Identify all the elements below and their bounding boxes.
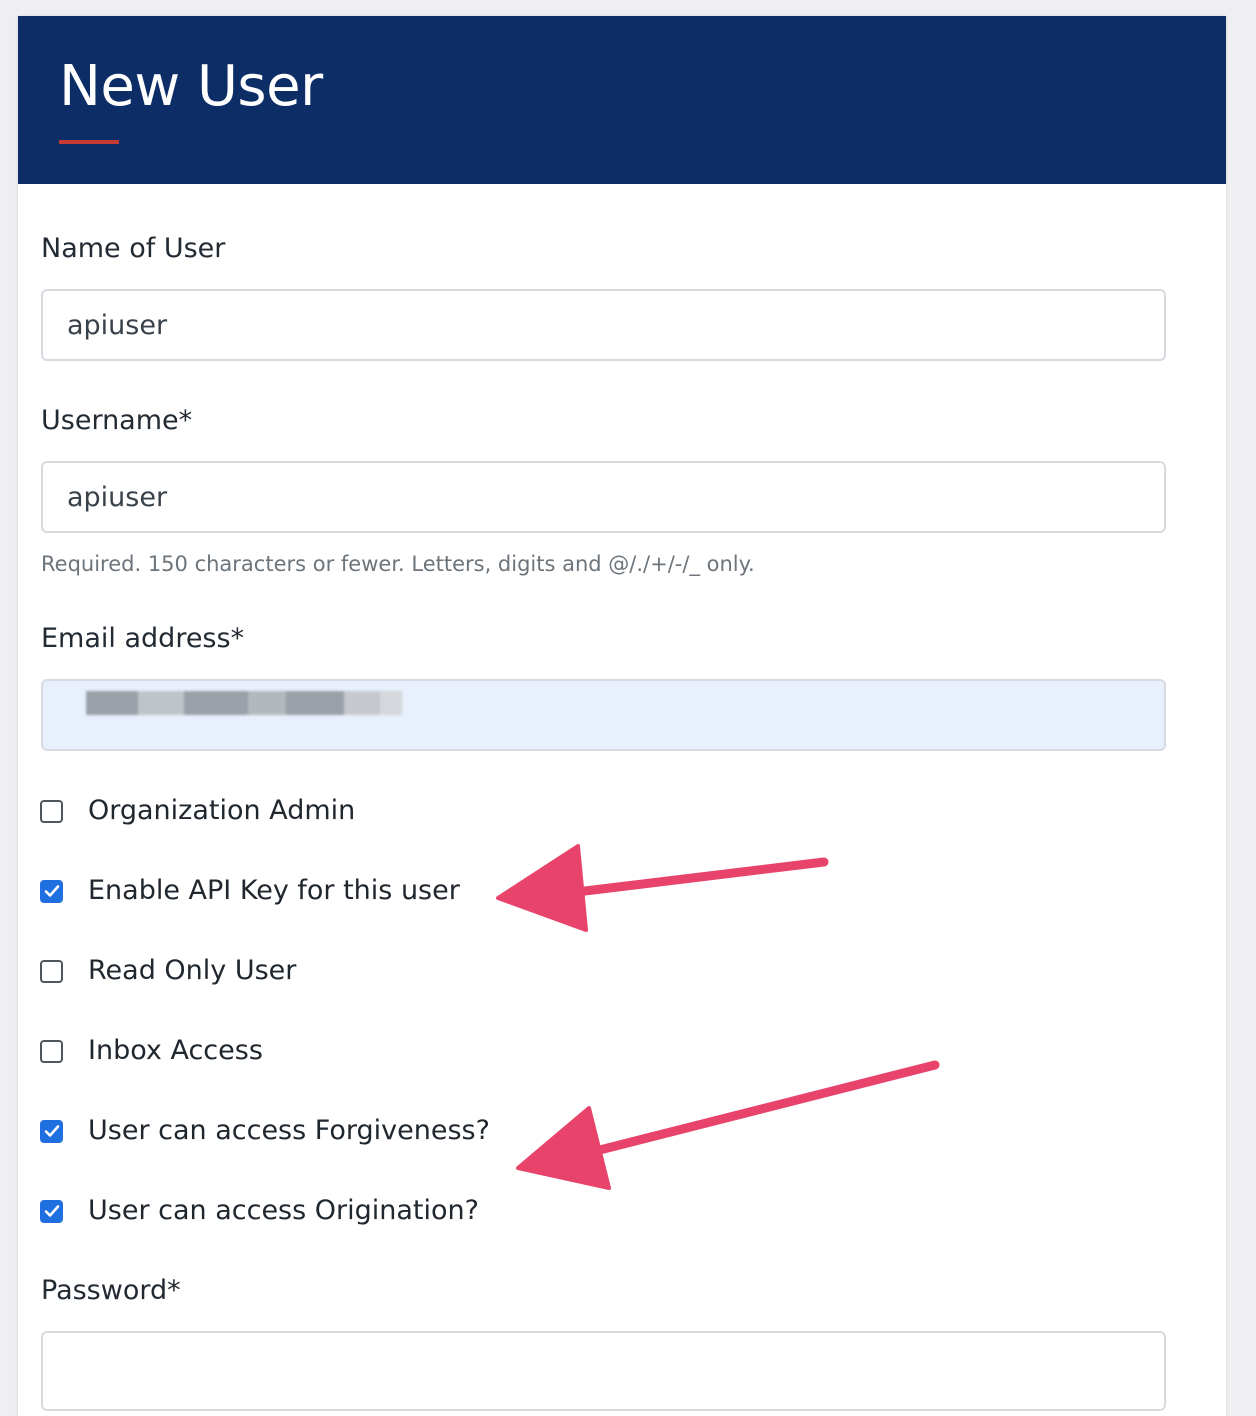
title-accent-underline (59, 140, 119, 144)
checkbox-row-origination-access[interactable]: User can access Origination? (40, 1189, 479, 1233)
forgiveness-access-checkbox[interactable] (40, 1119, 63, 1143)
organization-admin-label: Organization Admin (88, 795, 356, 826)
name-of-user-input[interactable] (41, 289, 1166, 361)
enable-api-key-checkbox[interactable] (40, 879, 63, 903)
password-input[interactable] (41, 1331, 1166, 1411)
checkbox-row-enable-api-key[interactable]: Enable API Key for this user (40, 869, 460, 913)
password-label: Password* (41, 1275, 181, 1306)
username-help-text: Required. 150 characters or fewer. Lette… (41, 552, 755, 576)
checkbox-row-inbox-access[interactable]: Inbox Access (40, 1029, 263, 1073)
redacted-email-value (66, 683, 402, 723)
inbox-access-label: Inbox Access (88, 1035, 263, 1066)
username-input[interactable] (41, 461, 1166, 533)
origination-access-checkbox[interactable] (40, 1199, 63, 1223)
checkbox-row-read-only-user[interactable]: Read Only User (40, 949, 296, 993)
check-icon (44, 1205, 59, 1217)
username-label: Username* (41, 405, 193, 436)
organization-admin-checkbox[interactable] (40, 799, 63, 823)
page-header: New User (18, 16, 1226, 184)
enable-api-key-label: Enable API Key for this user (88, 875, 460, 906)
checkbox-row-forgiveness-access[interactable]: User can access Forgiveness? (40, 1109, 490, 1153)
forgiveness-access-label: User can access Forgiveness? (88, 1115, 490, 1146)
origination-access-label: User can access Origination? (88, 1195, 479, 1226)
name-of-user-label: Name of User (41, 233, 226, 264)
inbox-access-checkbox[interactable] (40, 1039, 63, 1063)
read-only-user-label: Read Only User (88, 955, 297, 986)
checkbox-row-organization-admin[interactable]: Organization Admin (40, 789, 355, 833)
read-only-user-checkbox[interactable] (40, 959, 63, 983)
check-icon (44, 885, 59, 897)
page-title: New User (59, 54, 323, 119)
email-address-label: Email address* (41, 623, 245, 654)
check-icon (44, 1125, 59, 1137)
